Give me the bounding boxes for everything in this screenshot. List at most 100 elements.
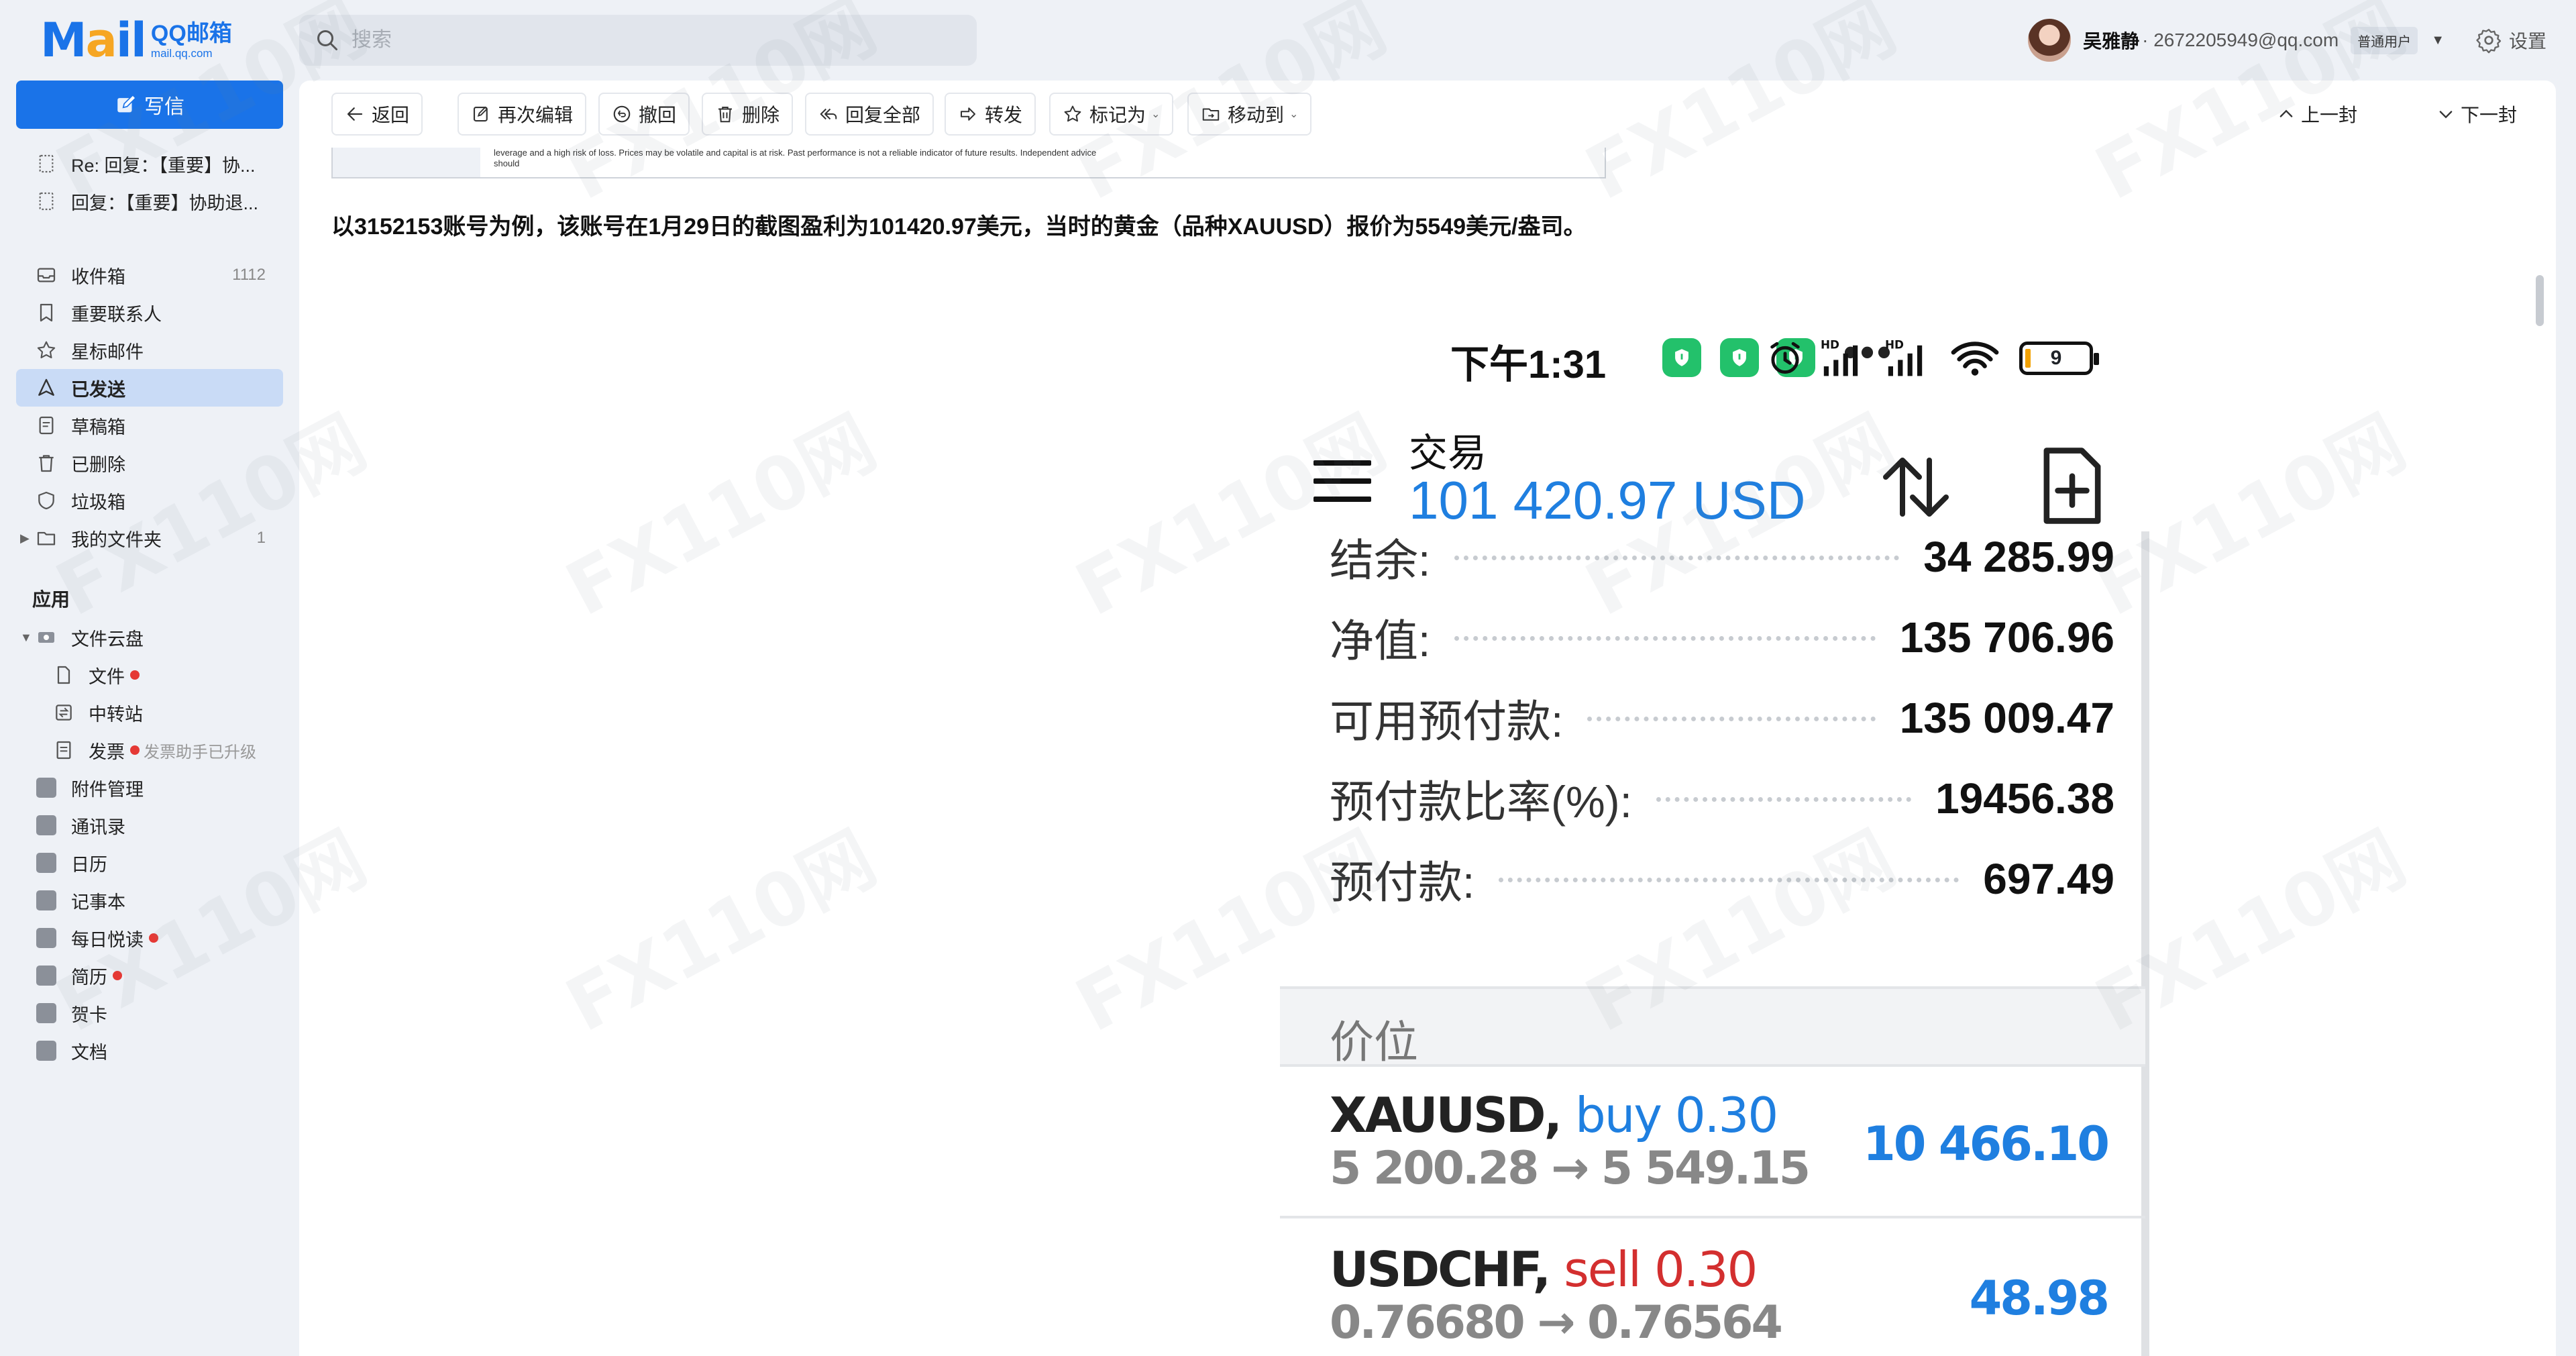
sidebar-item-files[interactable]: 文件 <box>16 656 283 694</box>
calendar-icon <box>35 851 58 874</box>
delete-button[interactable]: 删除 <box>702 93 794 136</box>
invoice-upgrade-note: 发票助手已升级 <box>144 743 256 762</box>
avatar[interactable] <box>2028 19 2072 62</box>
top-bar: Mail QQ邮箱 mail.qq.com 吴雅静 · 2672205949@q… <box>0 0 2576 81</box>
sidebar-item-my-folders[interactable]: ▶ 我的文件夹 1 <box>16 519 283 557</box>
collapse-arrow-icon[interactable]: ▼ <box>20 631 32 645</box>
reply-all-icon <box>820 108 837 120</box>
sidebar-item-deleted[interactable]: 已删除 <box>16 444 283 482</box>
sent-icon <box>35 376 58 399</box>
status-time: 下午1:31 <box>1450 343 1607 386</box>
back-button[interactable]: 返回 <box>331 93 423 136</box>
resume-icon <box>35 964 58 987</box>
sidebar-item-greeting-cards[interactable]: 贺卡 <box>16 994 283 1032</box>
sidebar-item-documents[interactable]: 文档 <box>16 1032 283 1070</box>
account-summary: 结余: 34 285.99 净值: 135 706.96 可用预付款: 135 … <box>1280 523 2153 980</box>
prices-section-header: 价位 <box>1280 986 2145 1067</box>
expand-arrow-icon[interactable]: ▶ <box>20 531 30 545</box>
unread-dot <box>130 670 140 680</box>
battery-icon: 9 <box>2019 342 2099 375</box>
position-symbol: XAUUSD, <box>1330 1087 1562 1143</box>
position-price-range: 5 200.28 → 5 549.15 <box>1330 1142 1811 1195</box>
wifi-icon <box>1951 342 1999 376</box>
file-icon <box>52 664 75 686</box>
search-input[interactable] <box>352 29 955 52</box>
sidebar-item-cloud-drive[interactable]: ▼ 文件云盘 <box>16 619 283 656</box>
sidebar-item-important-contacts[interactable]: 重要联系人 <box>16 294 283 331</box>
chevron-up-icon <box>2279 109 2293 117</box>
sidebar-item-starred[interactable]: 星标邮件 <box>16 331 283 369</box>
sidebar-item-daily-reading[interactable]: 每日悦读 <box>16 919 283 957</box>
sidebar-item-notepad[interactable]: 记事本 <box>16 882 283 919</box>
next-mail-button[interactable]: 下一封 <box>2436 93 2517 136</box>
sidebar-item-transfer-station[interactable]: 中转站 <box>16 694 283 731</box>
drafts-icon <box>35 414 58 437</box>
new-order-document-icon <box>2043 448 2101 524</box>
reply-all-button[interactable]: 回复全部 <box>805 93 934 136</box>
user-email: · 2672205949@qq.com <box>2142 30 2339 50</box>
battery-level: 9 <box>2050 347 2062 369</box>
position-side: sell 0.30 <box>1564 1241 1758 1298</box>
edit-icon <box>473 106 488 122</box>
previous-mail-button[interactable]: 上一封 <box>2277 93 2357 136</box>
move-to-dropdown[interactable]: 移动到 ⌄ <box>1187 93 1312 136</box>
trash-icon <box>35 452 58 474</box>
settings-label: 设置 <box>2508 31 2546 52</box>
mark-as-dropdown[interactable]: 标记为 ⌄ <box>1049 93 1174 136</box>
user-name[interactable]: 吴雅静 <box>2083 27 2139 54</box>
mail-toolbar: 返回 再次编辑 撤回 删除 回复全部 转发 标记为 ⌄ 移动到 ⌄ 上一封 下一… <box>299 81 2556 148</box>
sidebar-item-inbox[interactable]: 收件箱 1112 <box>16 256 283 294</box>
reedit-button[interactable]: 再次编辑 <box>458 93 587 136</box>
mail-body: leverage and a high risk of loss. Prices… <box>299 148 2556 1356</box>
search-box[interactable] <box>299 15 977 66</box>
compose-icon <box>117 94 137 113</box>
sidebar-item-invoice[interactable]: 发票 发票助手已升级 <box>16 731 283 769</box>
signal-hd-icon: HD <box>1821 338 1858 376</box>
contacts-icon <box>35 814 58 837</box>
account-type-badge[interactable]: 普通用户 <box>2351 26 2418 54</box>
chevron-down-icon: ⌄ <box>1289 109 1299 120</box>
sidebar-item-calendar[interactable]: 日历 <box>16 844 283 882</box>
gear-icon <box>2476 29 2502 54</box>
account-dropdown-icon[interactable]: ▼ <box>2431 33 2445 48</box>
previous-image-bottom: leverage and a high risk of loss. Prices… <box>331 148 1606 178</box>
equity-row: 净值: 135 706.96 <box>1330 613 2114 666</box>
recent-draft-1[interactable]: Re: 回复：【重要】协... <box>16 145 283 182</box>
svg-text:HD: HD <box>1885 338 1904 352</box>
inbox-icon <box>35 264 58 286</box>
recall-button[interactable]: 撤回 <box>598 93 690 136</box>
signal-hd-icon: HD <box>1885 338 1923 376</box>
unread-dot <box>130 745 140 755</box>
sidebar-item-attachments[interactable]: 附件管理 <box>16 769 283 806</box>
sidebar-item-spam[interactable]: 垃圾箱 <box>16 482 283 519</box>
sidebar-item-drafts[interactable]: 草稿箱 <box>16 407 283 444</box>
compose-label: 写信 <box>144 96 184 118</box>
position-price-range: 0.76680 → 0.76564 <box>1330 1296 1783 1349</box>
settings-button[interactable]: 设置 <box>2475 27 2546 54</box>
sidebar-item-sent[interactable]: 已发送 <box>16 369 283 407</box>
scrollbar-thumb[interactable] <box>2536 275 2544 326</box>
unread-dot <box>149 933 158 943</box>
apps-section-title: 应用 <box>32 589 70 610</box>
star-icon <box>1064 105 1081 122</box>
star-icon <box>35 339 58 362</box>
logo-mail-text: Mail <box>40 13 147 68</box>
sidebar-item-resume[interactable]: 简历 <box>16 957 283 994</box>
hamburger-menu-icon <box>1313 460 1371 502</box>
recent-draft-2[interactable]: 回复：【重要】协助退... <box>16 182 283 220</box>
recall-icon <box>613 105 631 123</box>
invoice-icon <box>52 739 75 762</box>
inbox-count: 1112 <box>232 266 266 284</box>
forward-button[interactable]: 转发 <box>945 93 1036 136</box>
notepad-icon <box>35 889 58 912</box>
shield-icon <box>35 489 58 512</box>
compose-button[interactable]: 写信 <box>16 81 283 129</box>
position-side: buy 0.30 <box>1575 1087 1778 1143</box>
position-row: XAUUSD, buy 0.30 5 200.28 → 5 549.15 10 … <box>1280 1067 2145 1218</box>
sidebar-item-contacts[interactable]: 通讯录 <box>16 806 283 844</box>
draft-doc-icon <box>35 190 58 213</box>
attachment-manager-icon <box>35 776 58 799</box>
free-margin-row: 可用预付款: 135 009.47 <box>1330 694 2114 746</box>
qq-mail-logo[interactable]: Mail QQ邮箱 mail.qq.com <box>40 15 232 66</box>
alarm-icon <box>1770 342 1800 374</box>
